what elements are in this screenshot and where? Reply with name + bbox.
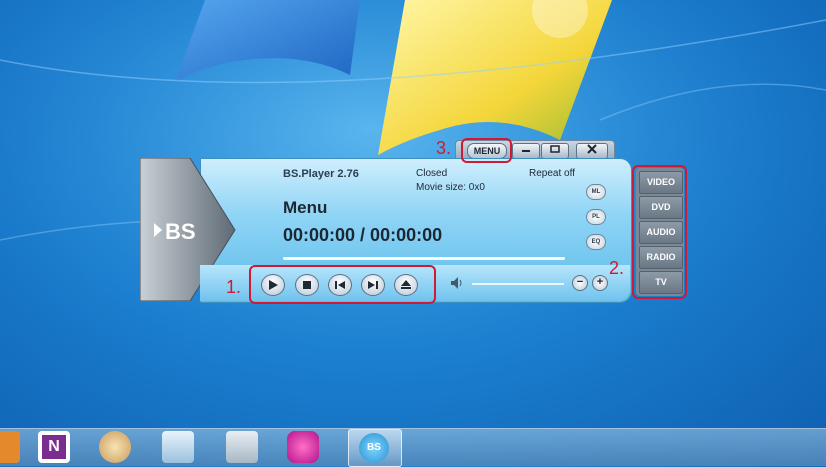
notepad-icon[interactable] [162, 431, 194, 463]
menu-label: Menu [283, 198, 328, 217]
restore-icon [550, 145, 560, 153]
volume-up-button[interactable]: + [592, 275, 608, 291]
maximize-button[interactable] [541, 143, 569, 159]
logo-text: BS [165, 219, 196, 244]
status-text: Closed [416, 168, 448, 179]
minimize-icon [522, 150, 530, 152]
annotation-box-2 [632, 165, 687, 299]
annotation-box-1 [249, 265, 436, 304]
pl-button[interactable]: PL [586, 209, 606, 225]
movie-size-text: Movie size: 0x0 [416, 182, 485, 193]
eq-button[interactable]: EQ [586, 234, 606, 250]
volume-icon[interactable] [450, 276, 464, 290]
annotation-number-2: 2. [609, 258, 625, 278]
annotation-number-3: 3. [436, 138, 452, 158]
annotation-number-1: 1. [226, 277, 242, 297]
time-display: 00:00:00 / 00:00:00 [283, 225, 443, 245]
bsplayer-icon: BS [359, 433, 389, 463]
onenote-icon[interactable]: N [38, 431, 70, 463]
annotation-box-3 [461, 138, 512, 163]
close-button[interactable] [576, 143, 608, 159]
calculator-icon[interactable] [226, 431, 258, 463]
repeat-status[interactable]: Repeat off [529, 168, 575, 179]
close-icon [587, 144, 597, 154]
volume-down-button[interactable]: − [572, 275, 588, 291]
seek-bar[interactable] [283, 257, 565, 260]
volume-slider[interactable] [472, 283, 564, 285]
partial-app-icon[interactable] [0, 431, 20, 463]
paint-icon[interactable] [99, 431, 131, 463]
bsplayer-taskbar-button[interactable]: BS [348, 429, 402, 467]
ml-button[interactable]: ML [586, 184, 606, 200]
minimize-button[interactable] [512, 143, 540, 159]
player-version: BS.Player 2.76 [283, 168, 359, 180]
media-icon[interactable] [287, 431, 319, 463]
